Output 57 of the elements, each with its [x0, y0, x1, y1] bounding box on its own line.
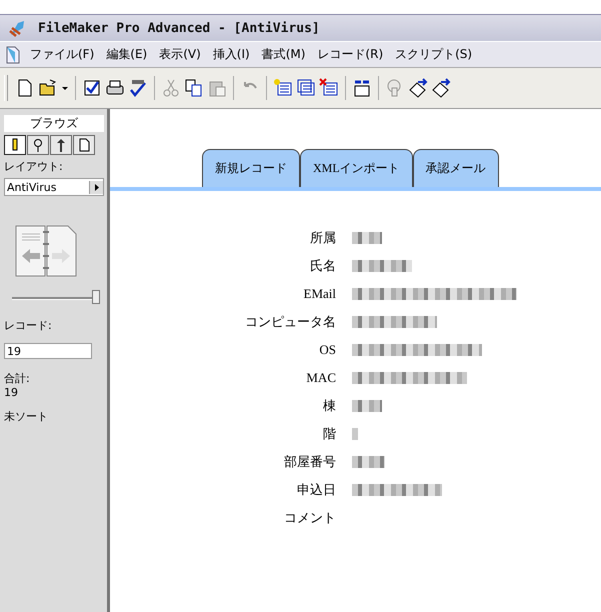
layout-label: レイアウト: [4, 159, 64, 174]
total-count: 19 [4, 386, 19, 399]
duplicate-record-icon[interactable] [296, 78, 316, 98]
field-label: コンピュータ名 [244, 313, 336, 330]
total-label: 合計: [4, 371, 31, 386]
mode-title: ブラウズ [4, 115, 104, 132]
menu-item[interactable]: スクリプト(S) [389, 46, 478, 63]
layout-mode-button[interactable] [50, 135, 72, 155]
menu-item[interactable]: ファイル(F) [24, 46, 100, 63]
window-title: FileMaker Pro Advanced - [AntiVirus] [38, 20, 320, 36]
field-label: 棟 [322, 397, 336, 414]
magnifier-icon [32, 138, 44, 152]
browse-mode-button[interactable] [4, 135, 26, 155]
field-label: EMail [302, 285, 336, 302]
redacted-value [352, 428, 358, 440]
caret-icon[interactable] [89, 180, 103, 194]
sort-status: 未ソート [4, 409, 49, 424]
redacted-value [352, 232, 382, 244]
spell-icon[interactable] [128, 78, 148, 98]
import-icon[interactable] [408, 78, 428, 98]
menu-item[interactable]: 表示(V) [153, 46, 207, 63]
record-number-field[interactable]: 19 [4, 343, 92, 359]
delete-record-icon[interactable] [319, 78, 339, 98]
open-icon[interactable] [38, 78, 58, 98]
export-icon[interactable] [431, 78, 451, 98]
layout-dropdown[interactable]: AntiVirus [4, 178, 104, 196]
redacted-value [352, 456, 385, 468]
field-label: 階 [322, 425, 336, 442]
new-record-icon[interactable] [273, 78, 293, 98]
slider-thumb[interactable] [92, 290, 100, 304]
layout-tab[interactable]: XMLインポート [300, 149, 413, 187]
field-label: コメント [283, 509, 336, 526]
field-label: MAC [305, 369, 336, 386]
field-label: 氏名 [309, 257, 336, 274]
field-label: OS [318, 341, 336, 358]
menu-item[interactable]: 書式(M) [256, 46, 312, 63]
sort-icon[interactable] [352, 78, 372, 98]
menu-item[interactable]: レコード(R) [311, 46, 390, 63]
find-mode-button[interactable] [27, 135, 49, 155]
page-icon [78, 138, 90, 152]
check-icon[interactable] [82, 78, 102, 98]
layout-tab[interactable]: 承認メール [412, 149, 499, 187]
field-label: 部屋番号 [283, 453, 336, 470]
preview-mode-button[interactable] [73, 135, 95, 155]
record-label: レコード: [4, 318, 53, 333]
app-icon [8, 19, 26, 37]
document-icon [6, 46, 20, 64]
menu-item[interactable]: 編集(E) [100, 46, 154, 63]
layout-tab[interactable]: 新規レコード [202, 149, 300, 187]
arrow-up-icon [55, 138, 67, 152]
field-label: 申込日 [296, 481, 336, 498]
menu-item[interactable]: 挿入(I) [206, 46, 256, 63]
record-slider[interactable] [12, 290, 100, 306]
redacted-value [352, 400, 382, 412]
copy-icon[interactable] [184, 78, 204, 98]
redacted-value [352, 260, 412, 272]
field-label: 所属 [309, 229, 336, 246]
